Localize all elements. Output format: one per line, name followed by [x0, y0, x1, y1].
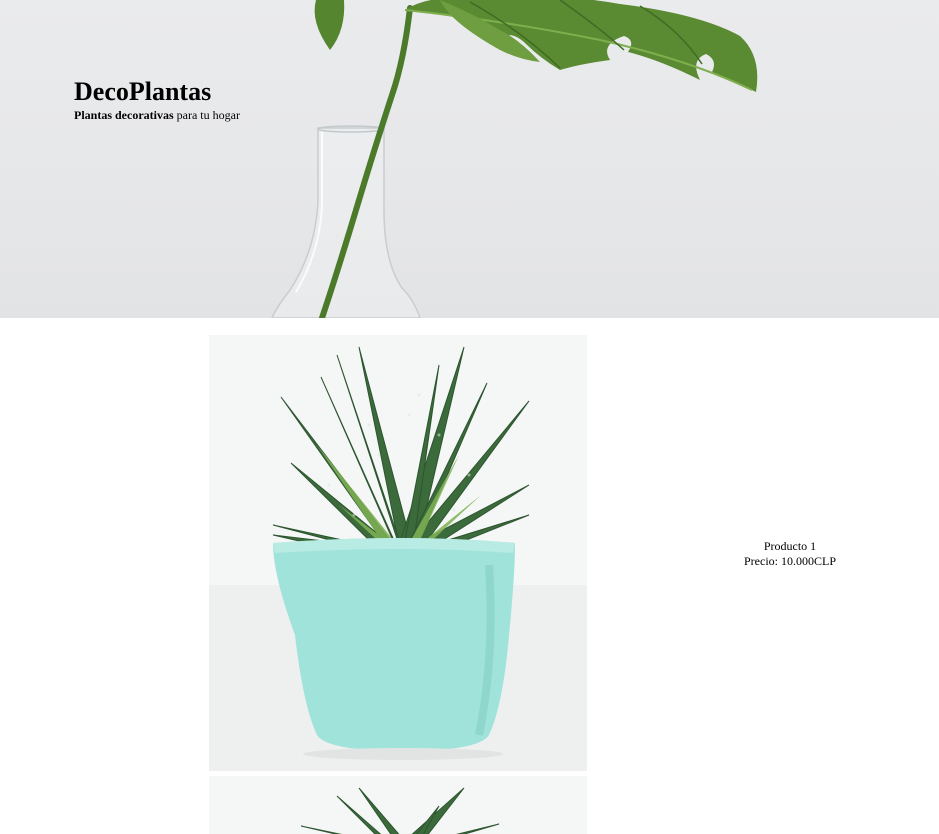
product-image-partial: [209, 776, 587, 834]
site-tagline: Plantas decorativas para tu hogar: [74, 107, 240, 123]
product-price: Precio: 10.000CLP: [744, 554, 836, 568]
product-name: Producto 1: [763, 539, 817, 553]
product-info: Producto 1 Precio: 10.000CLP: [700, 539, 880, 569]
site-title: DecoPlantas: [74, 77, 212, 106]
small-leaf: [314, 0, 345, 50]
succulent-pot-image-partial: [209, 776, 587, 834]
succulent-pot-image: [209, 335, 587, 771]
glass-vase: [271, 127, 421, 318]
tagline-rest: para tu hogar: [173, 108, 240, 122]
monstera-vase-image: [271, 0, 758, 318]
tagline-bold: Plantas decorativas: [74, 108, 174, 122]
product-image: [209, 335, 587, 771]
hero-banner: DecoPlantas Plantas decorativas para tu …: [0, 0, 939, 318]
